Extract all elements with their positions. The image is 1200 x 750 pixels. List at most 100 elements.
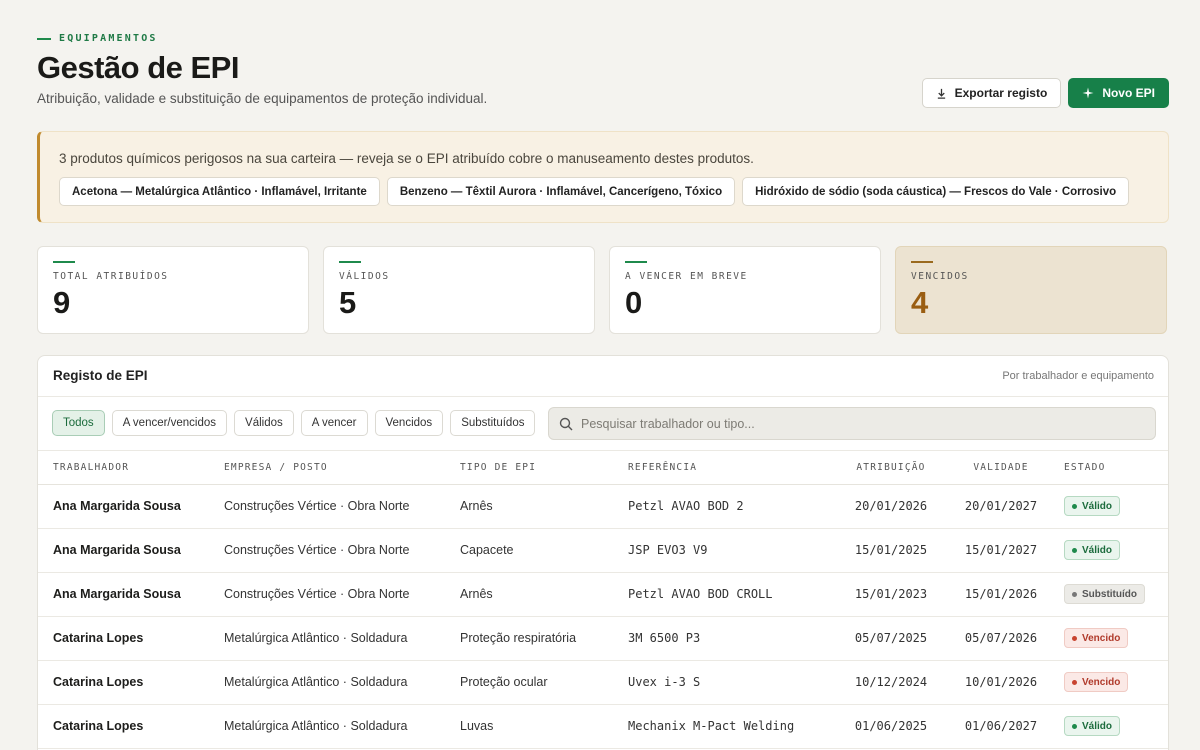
panel-title: Registo de EPI [53, 368, 148, 383]
company-cell: Construções Vértice · Obra Norte [224, 572, 460, 617]
validity-cell: 01/06/2027 [946, 704, 1056, 749]
type-cell: Arnês [460, 484, 628, 529]
stat-label: TOTAL ATRIBUÍDOS [53, 271, 169, 282]
stat-label: VENCIDOS [911, 271, 969, 282]
filter-all[interactable]: Todos [52, 410, 105, 436]
status-dot [1072, 591, 1077, 597]
type-cell: Proteção respiratória [460, 616, 628, 661]
status-cell: Vencido [1056, 660, 1168, 705]
hazard-chip[interactable]: Acetona — Metalúrgica Atlântico · Inflam… [59, 177, 380, 206]
filter-expiring-expired[interactable]: A vencer/vencidos [111, 410, 228, 436]
validity-cell: 20/01/2027 [946, 484, 1056, 529]
status-label: Vencido [1082, 676, 1121, 688]
status-cell: Vencido [1056, 616, 1168, 661]
status-dot [1072, 679, 1077, 685]
column-header[interactable]: TRABALHADOR [38, 451, 224, 485]
table-header-row: TRABALHADOR EMPRESA / POSTO TIPO DE EPI … [38, 451, 1168, 485]
table-row[interactable]: Ana Margarida Sousa Construções Vértice … [38, 572, 1168, 617]
stat-card-expired: VENCIDOS 4 [895, 246, 1167, 334]
stat-value: 5 [339, 285, 357, 320]
validity-cell: 15/01/2027 [946, 528, 1056, 573]
type-cell: Arnês [460, 572, 628, 617]
table-row[interactable]: Ana Margarida Sousa Construções Vértice … [38, 484, 1168, 529]
eyebrow-label: EQUIPAMENTOS [59, 33, 158, 44]
filter-expiring[interactable]: A vencer [300, 410, 368, 436]
status-badge: Vencido [1064, 672, 1129, 692]
hazard-chip[interactable]: Hidróxido de sódio (soda cáustica) — Fre… [742, 177, 1130, 206]
stat-accent-bar [339, 261, 361, 263]
search-input[interactable] [581, 416, 1141, 431]
validity-cell: 15/01/2026 [946, 572, 1056, 617]
company-cell: Construções Vértice · Obra Norte [224, 484, 460, 529]
new-epi-button[interactable]: Novo EPI [1068, 78, 1169, 108]
reference-cell: Petzl AVAO BOD 2 [628, 484, 836, 529]
status-badge: Válido [1064, 716, 1121, 736]
status-label: Válido [1082, 500, 1113, 512]
stat-label: A VENCER EM BREVE [625, 271, 748, 282]
assigned-cell: 15/01/2025 [836, 528, 946, 573]
status-label: Vencido [1082, 632, 1121, 644]
worker-cell: Catarina Lopes [38, 660, 224, 705]
download-icon [937, 88, 945, 99]
filter-replaced[interactable]: Substituídos [450, 410, 536, 436]
table-row[interactable]: Catarina Lopes Metalúrgica Atlântico · S… [38, 660, 1168, 705]
reference-cell: JSP EVO3 V9 [628, 528, 836, 573]
filter-buttons: Todos A vencer/vencidos Válidos A vencer… [52, 410, 536, 436]
section-eyebrow: EQUIPAMENTOS [37, 33, 158, 44]
stat-card-valid: VÁLIDOS 5 [323, 246, 595, 334]
status-badge: Substituído [1064, 584, 1145, 604]
validity-cell: 05/07/2026 [946, 616, 1056, 661]
status-badge: Válido [1064, 540, 1121, 560]
worker-cell: Ana Margarida Sousa [38, 484, 224, 529]
column-header[interactable]: EMPRESA / POSTO [224, 451, 460, 485]
filter-expired[interactable]: Vencidos [374, 410, 444, 436]
table-row[interactable]: Ana Margarida Sousa Construções Vértice … [38, 528, 1168, 573]
panel-header: Registo de EPI Por trabalhador e equipam… [38, 356, 1168, 397]
hazard-chip[interactable]: Benzeno — Têxtil Aurora · Inflamável, Ca… [386, 177, 736, 206]
column-header[interactable]: VALIDADE [946, 451, 1056, 485]
company-cell: Metalúrgica Atlântico · Soldadura [224, 704, 460, 749]
stat-card-total: TOTAL ATRIBUÍDOS 9 [37, 246, 309, 334]
worker-cell: Catarina Lopes [38, 616, 224, 661]
status-cell: Substituído [1056, 572, 1168, 617]
table-row[interactable]: Catarina Lopes Metalúrgica Atlântico · S… [38, 616, 1168, 661]
page-subtitle: Atribuição, validade e substituição de e… [37, 91, 488, 106]
status-dot [1072, 503, 1077, 509]
type-cell: Capacete [460, 528, 628, 573]
filter-bar: Todos A vencer/vencidos Válidos A vencer… [38, 397, 1168, 451]
status-cell: Válido [1056, 484, 1168, 529]
eyebrow-dash [37, 37, 51, 40]
company-cell: Construções Vértice · Obra Norte [224, 528, 460, 573]
assigned-cell: 20/01/2026 [836, 484, 946, 529]
table-row[interactable]: Catarina Lopes Metalúrgica Atlântico · S… [38, 704, 1168, 749]
column-header[interactable]: ATRIBUIÇÃO [836, 451, 946, 485]
assigned-cell: 10/12/2024 [836, 660, 946, 705]
search-icon [559, 417, 573, 430]
column-header[interactable]: ESTADO [1056, 451, 1168, 485]
stat-value: 0 [625, 285, 643, 320]
filter-valid[interactable]: Válidos [234, 410, 294, 436]
export-button[interactable]: Exportar registo [921, 78, 1062, 108]
new-epi-button-label: Novo EPI [1102, 86, 1155, 100]
status-dot [1072, 723, 1077, 729]
type-cell: Luvas [460, 704, 628, 749]
assigned-cell: 05/07/2025 [836, 616, 946, 661]
column-header[interactable]: REFERÊNCIA [628, 451, 836, 485]
sparkle-icon [1082, 87, 1094, 99]
search-box[interactable] [548, 407, 1156, 440]
status-dot [1072, 635, 1077, 641]
page-title: Gestão de EPI [37, 50, 239, 85]
status-badge: Vencido [1064, 628, 1129, 648]
stat-value: 9 [53, 285, 71, 320]
reference-cell: Mechanix M-Pact Welding [628, 704, 836, 749]
stat-value: 4 [911, 285, 929, 320]
worker-cell: Catarina Lopes [38, 704, 224, 749]
stat-accent-bar [911, 261, 933, 263]
column-header[interactable]: TIPO DE EPI [460, 451, 628, 485]
reference-cell: Uvex i-3 S [628, 660, 836, 705]
assigned-cell: 01/06/2025 [836, 704, 946, 749]
epi-register-panel: Registo de EPI Por trabalhador e equipam… [37, 355, 1169, 750]
company-cell: Metalúrgica Atlântico · Soldadura [224, 660, 460, 705]
hazard-alert: 3 produtos químicos perigosos na sua car… [37, 131, 1169, 223]
validity-cell: 10/01/2026 [946, 660, 1056, 705]
